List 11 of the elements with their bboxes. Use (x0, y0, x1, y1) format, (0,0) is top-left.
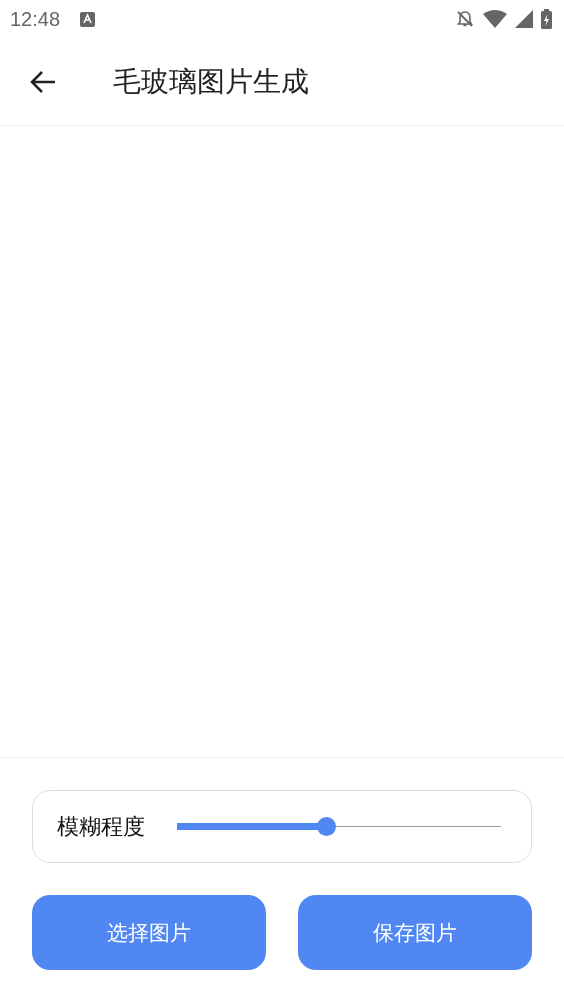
bell-off-icon (455, 9, 475, 29)
signal-icon (515, 10, 533, 28)
action-button[interactable]: 选择图片 (32, 895, 266, 970)
action-button[interactable]: 保存图片 (298, 895, 532, 970)
back-arrow-icon[interactable] (30, 69, 56, 94)
page-title: 毛玻璃图片生成 (113, 63, 309, 100)
status-time: 12:48 (10, 7, 61, 31)
battery-charging-icon (541, 9, 552, 29)
keyboard-notification-icon (80, 11, 96, 27)
blur-label: 模糊程度 (57, 812, 145, 841)
wifi-icon (483, 10, 507, 28)
